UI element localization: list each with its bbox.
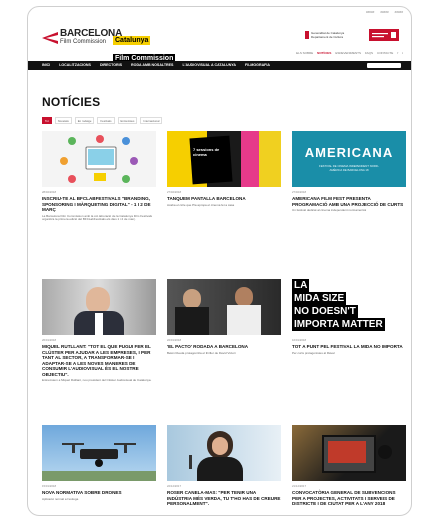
news-description: Belén Rueda protagonitza el thriller de … xyxy=(167,350,236,355)
news-description: Aplicació normal a l'estiuga xyxy=(42,496,79,501)
thumb-sessions-text: 7 sessions de cinema xyxy=(193,147,220,157)
secnav-item[interactable]: ELS SOBRE xyxy=(296,51,313,55)
nav-item-inici[interactable]: INICI xyxy=(42,61,50,70)
thumb-lmm-line2: MIDA SIZE xyxy=(292,292,347,305)
filter-tabs: Tot Novetats En rodatge Festivals Entrev… xyxy=(42,117,163,124)
top-link[interactable]: ##### xyxy=(366,10,374,14)
nav-item-audiovisual[interactable]: L'AUDIOVISUAL A CATALUNYA xyxy=(182,61,236,70)
news-title[interactable]: INSCRIU-TE AL BFCLABFESTIVALS "BRANDING,… xyxy=(42,196,156,213)
news-card[interactable]: 21/12/2017 CONVOCATÒRIA GENERAL DE SUBVE… xyxy=(292,425,406,507)
filter-tab[interactable]: Festivals xyxy=(97,117,115,124)
thumb-americana-text: AMERICANA xyxy=(304,145,394,160)
news-thumbnail[interactable] xyxy=(167,425,281,481)
thumb-lmm-line3: NO DOESN'T xyxy=(292,305,358,318)
secondary-nav: ELS SOBRE NOTÍCIES ESDEVENIMENTS FAQS CO… xyxy=(296,51,403,55)
news-title[interactable]: TOT A PUNT PEL FESTIVAL LA MIDA NO IMPOR… xyxy=(292,344,406,350)
news-date: 27/02/2018 xyxy=(167,190,181,194)
page-title: NOTÍCIES xyxy=(42,95,101,109)
news-thumbnail[interactable]: 7 sessions de cinema xyxy=(167,131,281,187)
secnav-item[interactable]: ESDEVENIMENTS xyxy=(335,51,361,55)
catalunya-film-commission-logo[interactable]: Catalunya Film Commission xyxy=(113,29,176,65)
news-thumbnail[interactable] xyxy=(42,131,156,187)
filter-tab[interactable]: Entrevistes xyxy=(117,117,138,124)
news-description: La Barcelona Film Commission amb la col·… xyxy=(42,213,153,222)
news-date: 27/02/2018 xyxy=(292,190,306,194)
news-title[interactable]: 'EL PACTO' RODADA A BARCELONA xyxy=(167,344,281,350)
facebook-icon[interactable]: f xyxy=(397,51,398,55)
news-thumbnail[interactable] xyxy=(42,279,156,335)
news-description: Un festival dedicat al cinema independen… xyxy=(292,208,367,212)
search-input[interactable] xyxy=(367,63,401,68)
filter-tab[interactable]: En rodatge xyxy=(74,117,95,124)
news-title[interactable]: TANQUEM PANTALLA BARCELONA xyxy=(167,196,281,202)
news-card[interactable]: 22/12/2017 ROSER CANELA-MAS: "PER TENIR … xyxy=(167,425,281,507)
news-title[interactable]: CONVOCATÒRIA GENERAL DE SUBVENCIONS PER … xyxy=(292,490,406,507)
thumb-lmm-line1: LA xyxy=(292,279,310,292)
nav-item-filmografia[interactable]: FILMOGRAFIA xyxy=(245,61,270,70)
news-date: 26/01/2018 xyxy=(42,338,56,342)
news-title[interactable]: MIQUEL RUTLLANT: "TOT EL QUE PUGUI FER E… xyxy=(42,344,156,377)
main-nav: INICI LOCALITZACIONS DIRECTORIS RODA AMB… xyxy=(28,61,411,70)
news-date: 15/01/2018 xyxy=(42,484,56,488)
secnav-item[interactable]: CONTACTE xyxy=(377,51,393,55)
news-date: 22/12/2017 xyxy=(167,484,181,488)
news-card[interactable]: 15/01/2018 NOVA NORMATIVA SOBRE DRONES A… xyxy=(42,425,156,501)
top-utility-bar: ##### ##### ##### xyxy=(28,7,411,15)
news-title[interactable]: ROSER CANELA-MAS: "PER TENIR UNA INDÚSTR… xyxy=(167,490,281,507)
nav-item-roda[interactable]: RODA AMB NOSALTRES xyxy=(131,61,173,70)
nav-item-localitzacions[interactable]: LOCALITZACIONS xyxy=(59,61,91,70)
news-description: Entrevistem a Miquel Rutllant, nou presi… xyxy=(42,378,152,382)
thumb-lmm-line4: IMPORTA MATTER xyxy=(292,318,385,331)
news-thumbnail[interactable]: AMERICANA FESTIVAL DE CINEMA INDEPENDENT… xyxy=(292,131,406,187)
top-link[interactable]: ##### xyxy=(395,10,403,14)
barcelona-film-commission-logo[interactable]: BARCELONA Film Commission xyxy=(42,29,122,45)
diputacio-mark-icon xyxy=(372,32,396,38)
news-card[interactable]: 7 sessions de cinema 27/02/2018 TANQUEM … xyxy=(167,131,281,207)
drone-illustration xyxy=(42,443,156,481)
news-date: 28/02/2018 xyxy=(42,190,56,194)
secnav-item-active[interactable]: NOTÍCIES xyxy=(317,51,331,55)
top-link[interactable]: ##### xyxy=(380,10,388,14)
news-date: 16/01/2018 xyxy=(292,338,306,342)
news-card[interactable]: AMERICANA FESTIVAL DE CINEMA INDEPENDENT… xyxy=(292,131,406,213)
news-description: Acaba el cicle que Pla apropa el cinema … xyxy=(167,202,235,207)
browser-frame: ##### ##### ##### BARCELONA Film Commiss… xyxy=(27,6,412,516)
filter-tab[interactable]: Novetats xyxy=(54,117,72,124)
news-card[interactable]: 28/02/2018 INSCRIU-TE AL BFCLABFESTIVALS… xyxy=(42,131,156,222)
thumb-americana-sub: FESTIVAL DE CINEMA INDEPENDENT NORD-AMÈR… xyxy=(319,164,379,172)
generalitat-line2: Departament de Cultura xyxy=(311,35,344,39)
news-description: Per curts protagonistes al Raval xyxy=(292,350,335,355)
news-card[interactable]: LA MIDA SIZE NO DOESN'T IMPORTA MATTER 1… xyxy=(292,279,406,355)
generalitat-logo[interactable]: Generalitat de Catalunya Departament de … xyxy=(305,31,361,39)
news-title[interactable]: NOVA NORMATIVA SOBRE DRONES xyxy=(42,490,156,496)
filter-tab[interactable]: Internacional xyxy=(140,117,163,124)
marketing-icons-illustration xyxy=(60,135,138,183)
diputacio-logo[interactable] xyxy=(369,29,399,41)
generalitat-mark-icon xyxy=(305,31,309,39)
news-thumbnail[interactable]: LA MIDA SIZE NO DOESN'T IMPORTA MATTER xyxy=(292,279,406,335)
news-card[interactable]: 22/01/2018 'EL PACTO' RODADA A BARCELONA… xyxy=(167,279,281,355)
news-thumbnail[interactable] xyxy=(292,425,406,481)
filter-tab-active[interactable]: Tot xyxy=(42,117,52,124)
bcn-logo-icon xyxy=(42,31,58,44)
news-thumbnail[interactable] xyxy=(167,279,281,335)
news-card[interactable]: 26/01/2018 MIQUEL RUTLLANT: "TOT EL QUE … xyxy=(42,279,156,383)
cat-logo-line1: Catalunya xyxy=(113,36,151,45)
news-thumbnail[interactable] xyxy=(42,425,156,481)
nav-item-directoris[interactable]: DIRECTORIS xyxy=(100,61,122,70)
twitter-icon[interactable]: t xyxy=(402,51,403,55)
news-date: 21/12/2017 xyxy=(292,484,306,488)
news-date: 22/01/2018 xyxy=(167,338,181,342)
news-title[interactable]: AMERICANA FILM FEST PRESENTA PROGRAMACIÓ… xyxy=(292,196,406,207)
secnav-item[interactable]: FAQS xyxy=(365,51,373,55)
